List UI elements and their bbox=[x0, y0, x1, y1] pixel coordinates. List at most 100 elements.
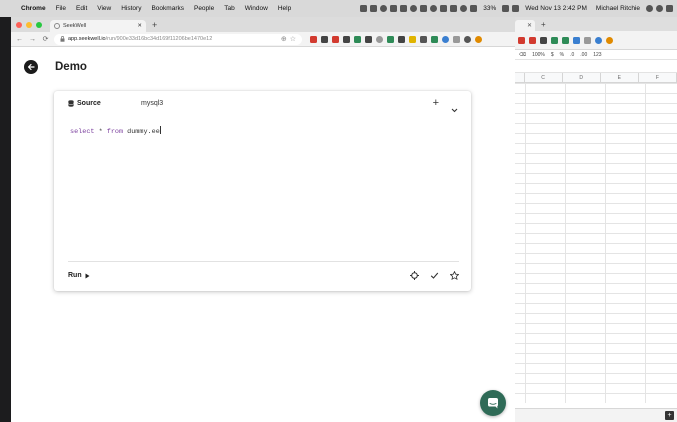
airplay-icon[interactable] bbox=[450, 5, 458, 12]
extension-icon[interactable] bbox=[332, 35, 339, 43]
wifi-icon[interactable] bbox=[460, 5, 468, 12]
tray-app-icon[interactable] bbox=[430, 5, 438, 12]
battery-icon[interactable] bbox=[502, 5, 510, 12]
menu-app-name[interactable]: Chrome bbox=[16, 5, 51, 12]
tray-app-icon[interactable] bbox=[410, 5, 418, 12]
back-arrow-icon[interactable]: ← bbox=[15, 36, 24, 43]
chevron-down-icon[interactable] bbox=[451, 100, 458, 118]
increase-decimal[interactable]: .00 bbox=[580, 52, 587, 58]
globe-icon bbox=[54, 23, 60, 29]
database-name[interactable]: mysql3 bbox=[141, 100, 163, 107]
page-title: Demo bbox=[55, 61, 87, 73]
back-button[interactable] bbox=[24, 60, 38, 74]
extension-icon[interactable] bbox=[431, 35, 438, 43]
tray-app-icon[interactable] bbox=[400, 5, 408, 12]
sheet-grid[interactable] bbox=[515, 83, 677, 403]
column-header[interactable]: E bbox=[601, 73, 639, 82]
menu-file[interactable]: File bbox=[51, 5, 71, 12]
spotlight-search-icon[interactable] bbox=[646, 5, 653, 12]
extension-icon[interactable] bbox=[365, 35, 372, 43]
bg-new-tab-icon[interactable]: + bbox=[535, 20, 552, 31]
menu-window[interactable]: Window bbox=[240, 5, 273, 12]
close-icon[interactable]: ✕ bbox=[527, 22, 532, 29]
run-button[interactable]: Run bbox=[68, 272, 90, 279]
formula-bar[interactable] bbox=[515, 60, 677, 73]
menu-bookmarks[interactable]: Bookmarks bbox=[146, 5, 189, 12]
extension-icon[interactable] bbox=[354, 35, 361, 43]
extension-icon[interactable] bbox=[321, 35, 328, 43]
extension-icon[interactable] bbox=[595, 36, 602, 44]
extension-icon[interactable] bbox=[573, 36, 580, 44]
extension-icon[interactable] bbox=[343, 35, 350, 43]
battery-percent[interactable]: 33% bbox=[480, 5, 499, 12]
menu-edit[interactable]: Edit bbox=[71, 5, 92, 12]
extension-icon[interactable] bbox=[540, 36, 547, 44]
percent-format[interactable]: % bbox=[560, 52, 564, 58]
column-header[interactable]: D bbox=[563, 73, 601, 82]
column-header[interactable]: F bbox=[639, 73, 677, 82]
extension-icon[interactable] bbox=[310, 35, 317, 43]
address-bar[interactable]: app.seekwell.io/run/900e33d16bc34d169f11… bbox=[54, 33, 302, 45]
tray-app-icon[interactable] bbox=[380, 5, 388, 12]
play-icon bbox=[85, 273, 90, 278]
menu-people[interactable]: People bbox=[189, 5, 219, 12]
extension-icon[interactable] bbox=[387, 35, 394, 43]
tray-app-icon[interactable] bbox=[420, 5, 428, 12]
browser-tab[interactable]: SeekWell ✕ bbox=[50, 20, 146, 32]
close-tab-icon[interactable]: ✕ bbox=[137, 23, 142, 29]
tray-app-icon[interactable] bbox=[390, 5, 398, 12]
extension-icon[interactable] bbox=[606, 36, 613, 44]
paint-format-icon[interactable]: ⌫ bbox=[519, 52, 526, 58]
zoom-select[interactable]: 100% bbox=[532, 52, 545, 58]
zoom-window-icon[interactable] bbox=[36, 22, 42, 28]
reload-icon[interactable]: ⟳ bbox=[41, 35, 50, 43]
notification-center-icon[interactable] bbox=[666, 5, 673, 12]
menu-tab[interactable]: Tab bbox=[219, 5, 239, 12]
menu-history[interactable]: History bbox=[116, 5, 146, 12]
extension-icon[interactable] bbox=[464, 35, 471, 43]
bg-tab[interactable]: ✕ bbox=[515, 20, 535, 31]
bg-extensions-bar bbox=[515, 31, 677, 50]
extension-icon[interactable] bbox=[562, 36, 569, 44]
extension-icon[interactable] bbox=[518, 36, 525, 44]
tray-app-icon[interactable] bbox=[360, 5, 368, 12]
bookmark-star-icon[interactable]: ☆ bbox=[290, 35, 296, 43]
decrease-decimal[interactable]: .0 bbox=[570, 52, 574, 58]
add-sheet-icon[interactable]: + bbox=[665, 411, 674, 420]
sql-editor[interactable]: select * from dummy.ee bbox=[70, 126, 161, 136]
extension-icon[interactable] bbox=[398, 35, 405, 43]
column-header[interactable]: C bbox=[525, 73, 563, 82]
corner-cell[interactable] bbox=[515, 73, 525, 82]
extension-icon[interactable] bbox=[529, 36, 536, 44]
extension-icon[interactable] bbox=[420, 35, 427, 43]
siri-icon[interactable] bbox=[656, 5, 663, 12]
menubar-clock[interactable]: Wed Nov 13 2:42 PM bbox=[522, 5, 590, 12]
menubar-user[interactable]: Michael Ritchie bbox=[593, 5, 643, 12]
crosshair-icon[interactable] bbox=[410, 271, 419, 280]
extension-icon[interactable] bbox=[584, 36, 591, 44]
currency-format[interactable]: $ bbox=[551, 52, 554, 58]
chat-icon bbox=[488, 398, 498, 409]
flag-icon[interactable] bbox=[512, 5, 520, 12]
close-window-icon[interactable] bbox=[16, 22, 22, 28]
check-icon[interactable] bbox=[430, 271, 439, 280]
zoom-icon[interactable]: ⊕ bbox=[281, 35, 287, 43]
tray-app-icon[interactable] bbox=[440, 5, 448, 12]
tray-app-icon[interactable] bbox=[370, 5, 378, 12]
minimize-window-icon[interactable] bbox=[26, 22, 32, 28]
extension-icon[interactable] bbox=[376, 35, 383, 43]
star-icon[interactable] bbox=[450, 271, 459, 280]
extension-icon[interactable] bbox=[453, 35, 460, 43]
chat-support-button[interactable] bbox=[480, 390, 506, 416]
add-icon[interactable]: + bbox=[433, 98, 439, 109]
new-tab-icon[interactable]: + bbox=[146, 20, 163, 32]
volume-icon[interactable] bbox=[470, 5, 478, 12]
menu-help[interactable]: Help bbox=[273, 5, 296, 12]
forward-arrow-icon[interactable]: → bbox=[28, 36, 37, 43]
extension-icon[interactable] bbox=[409, 35, 416, 43]
profile-avatar[interactable] bbox=[475, 35, 482, 43]
extension-icon[interactable] bbox=[442, 35, 449, 43]
menu-view[interactable]: View bbox=[92, 5, 116, 12]
more-formats[interactable]: 123 bbox=[593, 52, 601, 58]
extension-icon[interactable] bbox=[551, 36, 558, 44]
